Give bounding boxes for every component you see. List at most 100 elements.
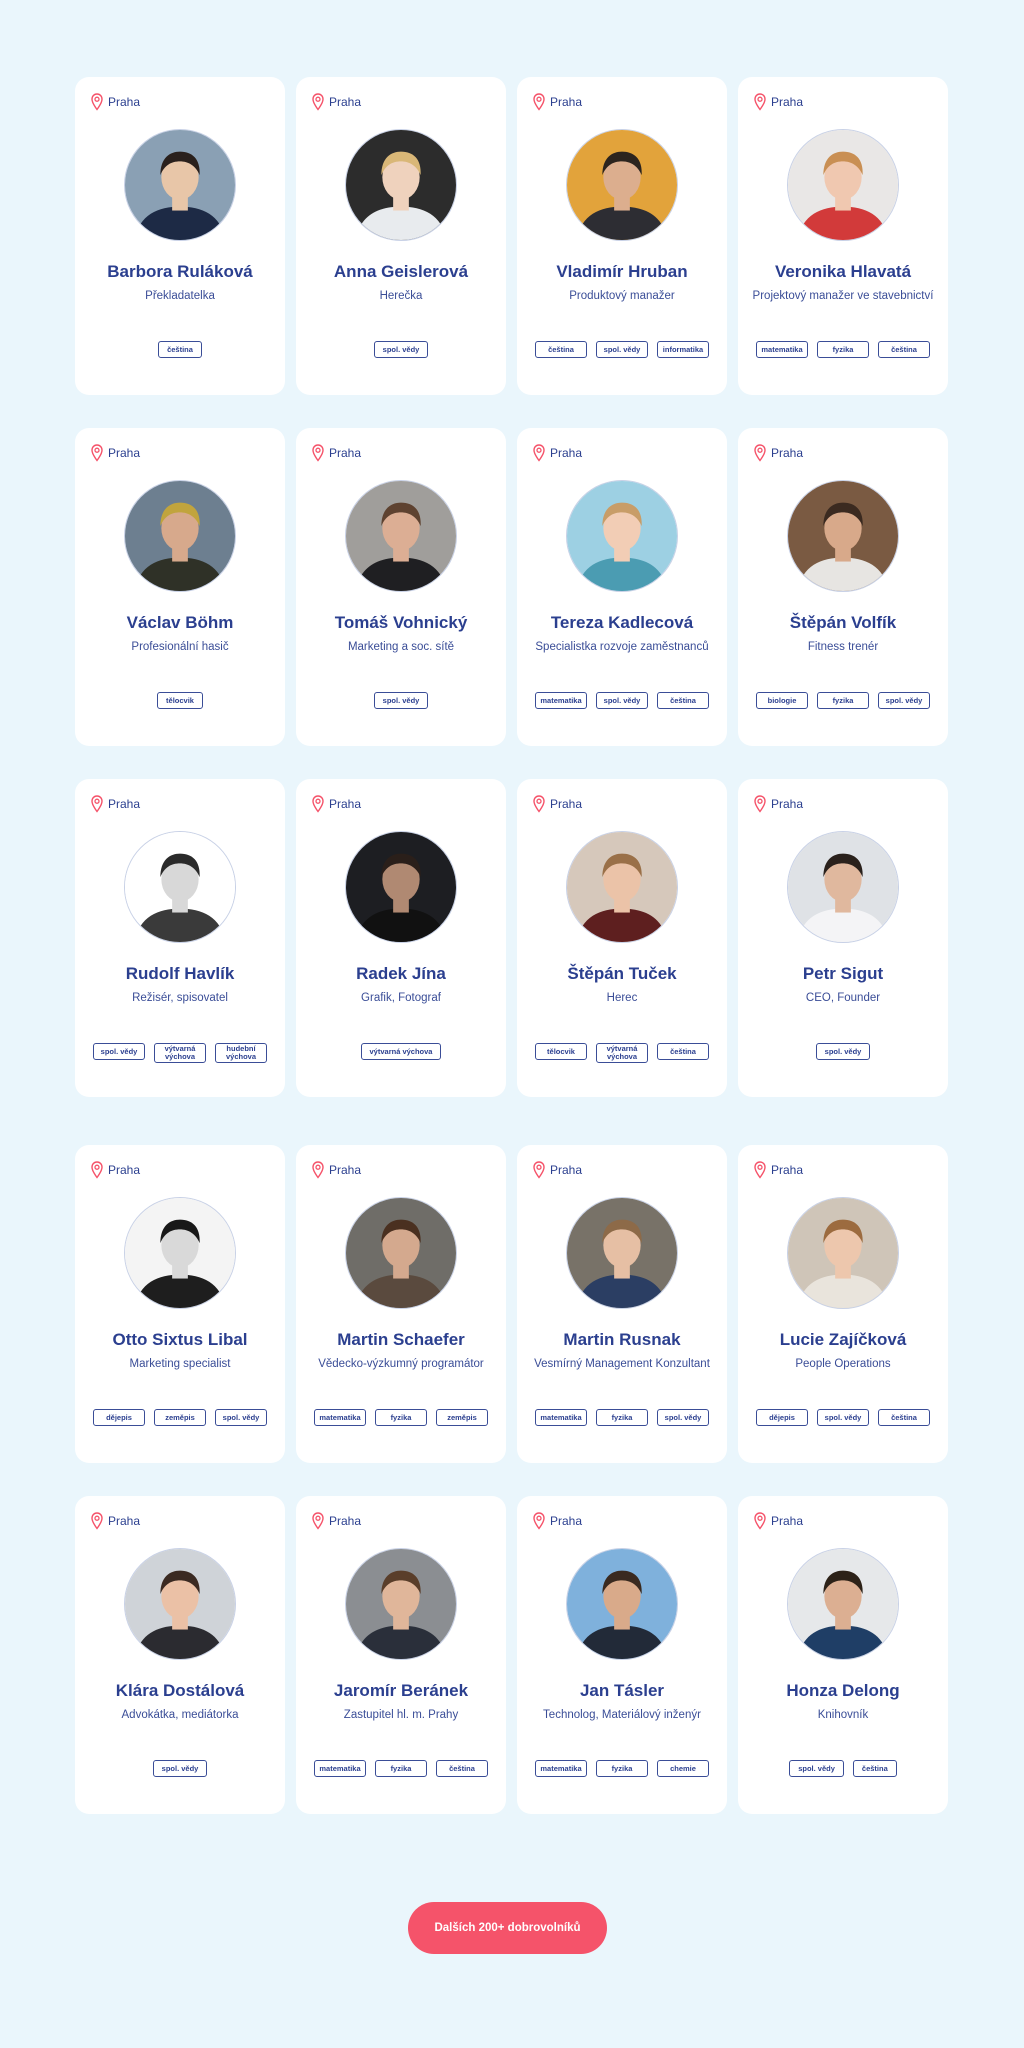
volunteer-card[interactable]: Praha Rudolf Havlík Režisér, spisovatel spo… [75, 779, 285, 1097]
volunteer-name: Tereza Kadlecová [550, 613, 694, 632]
city-label: Praha [550, 95, 583, 109]
more-volunteers-button[interactable]: Dalších 200+ dobrovolníků [408, 1902, 607, 1954]
location: Praha [533, 795, 582, 813]
volunteer-name: Petr Sigut [802, 964, 884, 983]
city-label: Praha [108, 1163, 141, 1177]
subject-tag: fyzika [596, 1760, 648, 1777]
volunteer-card[interactable]: Praha Štěpán Tuček Herec tělocvik výtvarná v… [517, 779, 727, 1097]
subject-tag: čeština [535, 341, 587, 358]
city-label: Praha [108, 446, 141, 460]
volunteer-card[interactable]: Praha Barbora Ruláková Překladatelka češtin… [75, 77, 285, 395]
subject-tag: fyzika [817, 692, 869, 709]
avatar [345, 129, 457, 241]
subject-tag: spol. vědy [373, 692, 429, 709]
subject-tags: spol. vědy [738, 1043, 948, 1060]
map-pin-icon [312, 1512, 324, 1530]
avatar [345, 1548, 457, 1660]
volunteer-card[interactable]: Praha Václav Böhm Profesionální hasič těloc… [75, 428, 285, 746]
city-label: Praha [329, 1514, 362, 1528]
map-pin-icon [91, 795, 103, 813]
subject-tags: matematika fyzika spol. vědy [517, 1409, 727, 1426]
map-pin-icon [754, 444, 766, 462]
subject-tags: spol. vědy [296, 341, 506, 358]
volunteer-name: Václav Böhm [126, 613, 234, 632]
volunteer-card[interactable]: Praha Vladimír Hruban Produktový manažer če… [517, 77, 727, 395]
avatar [566, 129, 678, 241]
subject-tag: fyzika [375, 1409, 427, 1426]
location: Praha [312, 1512, 361, 1530]
map-pin-icon [754, 93, 766, 111]
subject-tag: spol. vědy [815, 1043, 871, 1060]
subject-tag: fyzika [596, 1409, 648, 1426]
subject-tag: čeština [852, 1760, 897, 1777]
subject-tags: čeština spol. vědy informatika [517, 341, 727, 358]
location: Praha [754, 444, 803, 462]
volunteer-card[interactable]: Praha Petr Sigut CEO, Founder spol. vědy [738, 779, 948, 1097]
volunteer-card[interactable]: Praha Martin Schaefer Vědecko-výzkumný pro… [296, 1145, 506, 1463]
map-pin-icon [91, 1161, 103, 1179]
subject-tags: tělocvik výtvarná výchova čeština [517, 1043, 727, 1063]
city-label: Praha [550, 797, 583, 811]
map-pin-icon [533, 1512, 545, 1530]
location: Praha [533, 444, 582, 462]
volunteer-card[interactable]: Praha Lucie Zajíčková People Operations děj… [738, 1145, 948, 1463]
map-pin-icon [754, 1161, 766, 1179]
city-label: Praha [771, 95, 804, 109]
subject-tag: matematika [314, 1760, 366, 1777]
volunteer-card[interactable]: Praha Radek Jína Grafik, Fotograf výtvarná … [296, 779, 506, 1097]
volunteer-card[interactable]: Praha Honza Delong Knihovník spol. vědy češt… [738, 1496, 948, 1814]
subject-tag: spol. vědy [789, 1760, 844, 1777]
map-pin-icon [533, 1161, 545, 1179]
volunteer-name: Martin Rusnak [563, 1330, 681, 1349]
subject-tag: zeměpis [436, 1409, 488, 1426]
subject-tag: spol. vědy [93, 1043, 145, 1060]
volunteer-role: Advokátka, mediátorka [121, 1709, 239, 1721]
volunteer-card[interactable]: Praha Veronika Hlavatá Projektový manažer … [738, 77, 948, 395]
volunteer-card[interactable]: Praha Štěpán Volfík Fitness trenér biologie… [738, 428, 948, 746]
subject-tag: čeština [657, 692, 709, 709]
volunteer-card[interactable]: Praha Klára Dostálová Advokátka, mediátork… [75, 1496, 285, 1814]
volunteer-card[interactable]: Praha Tereza Kadlecová Specialistka rozvoj… [517, 428, 727, 746]
volunteer-card[interactable]: Praha Martin Rusnak Vesmírný Management Ko… [517, 1145, 727, 1463]
volunteer-name: Martin Schaefer [337, 1330, 465, 1349]
volunteer-row: Praha Václav Böhm Profesionální hasič těloc… [75, 428, 949, 746]
volunteer-card[interactable]: Praha Anna Geislerová Herečka spol. vědy [296, 77, 506, 395]
subject-tag: biologie [756, 692, 808, 709]
volunteer-card[interactable]: Praha Otto Sixtus Libal Marketing speciali… [75, 1145, 285, 1463]
map-pin-icon [312, 444, 324, 462]
subject-tags: matematika fyzika čeština [738, 341, 948, 358]
volunteer-name: Radek Jína [356, 964, 446, 983]
volunteer-name: Otto Sixtus Libal [112, 1330, 248, 1349]
city-label: Praha [550, 1514, 583, 1528]
subject-tag: čeština [657, 1043, 709, 1060]
subject-tag: výtvarná výchova [596, 1043, 648, 1063]
volunteer-role: Produktový manažer [569, 290, 675, 302]
location: Praha [91, 444, 140, 462]
avatar [566, 480, 678, 592]
subject-tag: zeměpis [154, 1409, 206, 1426]
map-pin-icon [754, 795, 766, 813]
volunteer-card[interactable]: Praha Jan Tásler Technolog, Materiálový in… [517, 1496, 727, 1814]
volunteer-role: Zastupitel hl. m. Prahy [343, 1709, 459, 1721]
volunteer-row: Praha Klára Dostálová Advokátka, mediátork… [75, 1496, 949, 1814]
city-label: Praha [108, 797, 141, 811]
volunteer-role: People Operations [795, 1358, 891, 1370]
volunteer-role: CEO, Founder [805, 992, 881, 1004]
volunteer-name: Rudolf Havlík [125, 964, 235, 983]
subject-tags: výtvarná výchova [296, 1043, 506, 1060]
volunteer-row: Praha Otto Sixtus Libal Marketing speciali… [75, 1145, 949, 1463]
volunteer-name: Tomáš Vohnický [334, 613, 468, 632]
map-pin-icon [533, 444, 545, 462]
volunteer-card[interactable]: Praha Jaromír Beránek Zastupitel hl. m. Pr… [296, 1496, 506, 1814]
city-label: Praha [771, 797, 804, 811]
subject-tags: čeština [75, 341, 285, 358]
volunteer-name: Jan Tásler [579, 1681, 665, 1700]
location: Praha [91, 93, 140, 111]
volunteer-card[interactable]: Praha Tomáš Vohnický Marketing a soc. sítě… [296, 428, 506, 746]
map-pin-icon [754, 1512, 766, 1530]
subject-tag: informatika [657, 341, 709, 358]
volunteer-role: Marketing a soc. sítě [347, 641, 455, 653]
volunteer-role: Grafik, Fotograf [361, 992, 441, 1004]
city-label: Praha [108, 1514, 141, 1528]
avatar [787, 480, 899, 592]
